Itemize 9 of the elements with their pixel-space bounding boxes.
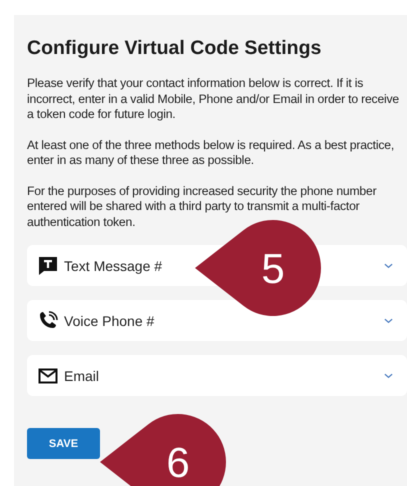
info-paragraph: For the purposes of providing increased security the phone number entered will be shared with a third party to transmit a multi-factor authentication token. [27,184,378,230]
method-label: Text Message # [64,258,162,274]
callout-number: 6 [166,439,190,486]
method-label: Voice Phone # [64,312,154,328]
callout-number: 5 [261,245,285,292]
page-title: Configure Virtual Code Settings [27,37,322,60]
method-label: Email [64,368,100,384]
info-paragraph: Please verify that your contact information below is correct. If it is incorrect, enter in a valid Mobile, Phone and/or Email in order to receive a token code for future login. [27,76,400,122]
info-paragraph: At least one of the three methods below is required. As a best practice, enter in as many of these three as possible. [27,138,396,168]
